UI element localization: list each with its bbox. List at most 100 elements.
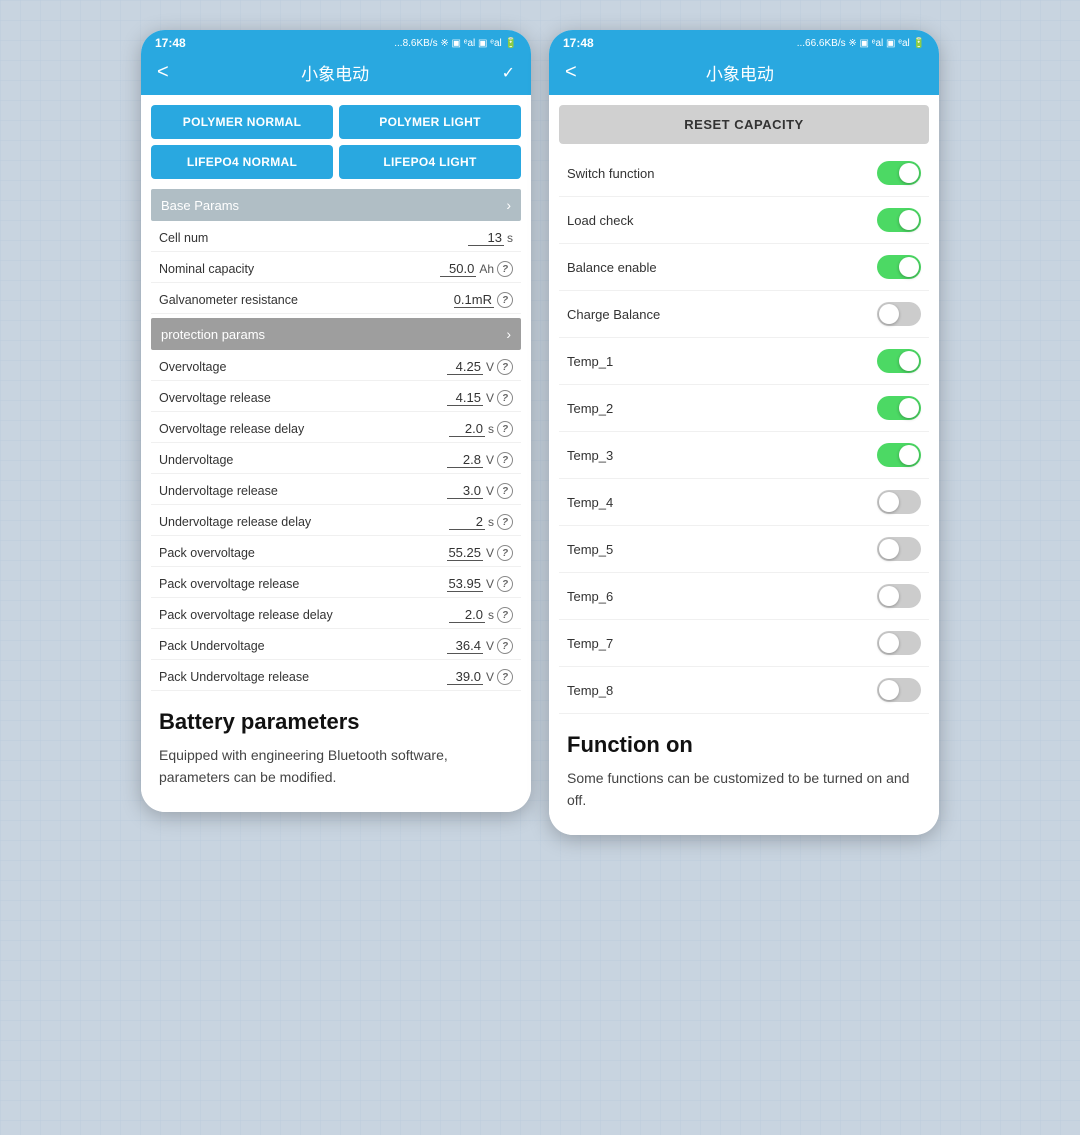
status-bar-right: 17:48 ...66.6KB/s ※ ▣ ᵉal ▣ ᵉal 🔋 — [549, 30, 939, 54]
undervoltage-val[interactable]: 2.8 — [447, 452, 483, 468]
checkmark-icon-left[interactable]: ✓ — [502, 63, 515, 83]
toggle-row-load-check: Load check — [559, 197, 929, 244]
pack-overvoltage-label: Pack overvoltage — [159, 546, 255, 560]
protection-params-chevron: › — [506, 326, 511, 342]
temp6-toggle[interactable] — [877, 584, 921, 608]
undervoltage-help[interactable]: ? — [497, 452, 513, 468]
toggle-row-charge-balance: Charge Balance — [559, 291, 929, 338]
galv-help[interactable]: ? — [497, 292, 513, 308]
galv-value: 0.1mR ? — [454, 292, 513, 308]
charge-balance-toggle[interactable] — [877, 302, 921, 326]
overvoltage-release-value: 4.15 V ? — [447, 390, 513, 406]
pack-undervoltage-release-help[interactable]: ? — [497, 669, 513, 685]
overvoltage-unit: V — [486, 360, 494, 374]
overvoltage-release-label: Overvoltage release — [159, 391, 271, 405]
temp2-toggle[interactable] — [877, 396, 921, 420]
temp8-toggle[interactable] — [877, 678, 921, 702]
overvoltage-value: 4.25 V ? — [447, 359, 513, 375]
phones-container: 17:48 ...8.6KB/s ※ ▣ ᵉal ▣ ᵉal 🔋 < 小象电动 … — [141, 30, 939, 835]
nominal-cap-label: Nominal capacity — [159, 262, 254, 276]
pack-overvoltage-value: 55.25 V ? — [447, 545, 513, 561]
galv-label: Galvanometer resistance — [159, 293, 298, 307]
temp6-label: Temp_6 — [567, 589, 613, 604]
overvoltage-delay-help[interactable]: ? — [497, 421, 513, 437]
param-row-cell-num: Cell num 13 s — [151, 221, 521, 252]
lifepo4-normal-button[interactable]: LIFEPO4 NORMAL — [151, 145, 333, 179]
polymer-normal-button[interactable]: POLYMER NORMAL — [151, 105, 333, 139]
pack-overvoltage-delay-value: 2.0 s ? — [449, 607, 513, 623]
balance-enable-label: Balance enable — [567, 260, 657, 275]
pack-undervoltage-val[interactable]: 36.4 — [447, 638, 483, 654]
overvoltage-help[interactable]: ? — [497, 359, 513, 375]
overvoltage-label: Overvoltage — [159, 360, 226, 374]
param-row-pack-overvoltage: Pack overvoltage 55.25 V ? — [151, 536, 521, 567]
nav-bar-right: < 小象电动 — [549, 54, 939, 95]
pack-overvoltage-release-value: 53.95 V ? — [447, 576, 513, 592]
temp4-label: Temp_4 — [567, 495, 613, 510]
pack-overvoltage-help[interactable]: ? — [497, 545, 513, 561]
temp5-toggle[interactable] — [877, 537, 921, 561]
temp1-label: Temp_1 — [567, 354, 613, 369]
pack-overvoltage-release-val[interactable]: 53.95 — [447, 576, 483, 592]
nominal-cap-help[interactable]: ? — [497, 261, 513, 277]
temp4-toggle[interactable] — [877, 490, 921, 514]
overvoltage-val[interactable]: 4.25 — [447, 359, 483, 375]
toggle-row-switch-function: Switch function — [559, 150, 929, 197]
param-row-undervoltage-delay: Undervoltage release delay 2 s ? — [151, 505, 521, 536]
temp3-label: Temp_3 — [567, 448, 613, 463]
balance-enable-toggle[interactable] — [877, 255, 921, 279]
pack-overvoltage-delay-unit: s — [488, 608, 494, 622]
time-left: 17:48 — [155, 36, 186, 50]
undervoltage-delay-help[interactable]: ? — [497, 514, 513, 530]
undervoltage-release-label: Undervoltage release — [159, 484, 278, 498]
overvoltage-release-val[interactable]: 4.15 — [447, 390, 483, 406]
pack-overvoltage-delay-val[interactable]: 2.0 — [449, 607, 485, 623]
base-params-header[interactable]: Base Params › — [151, 189, 521, 221]
protection-params-header[interactable]: protection params › — [151, 318, 521, 350]
charge-balance-label: Charge Balance — [567, 307, 660, 322]
cell-num-label: Cell num — [159, 231, 208, 245]
param-row-overvoltage: Overvoltage 4.25 V ? — [151, 350, 521, 381]
status-icons-right: ...66.6KB/s ※ ▣ ᵉal ▣ ᵉal 🔋 — [797, 38, 925, 49]
overvoltage-release-help[interactable]: ? — [497, 390, 513, 406]
pack-overvoltage-delay-help[interactable]: ? — [497, 607, 513, 623]
toggle-row-temp2: Temp_2 — [559, 385, 929, 432]
pack-overvoltage-val[interactable]: 55.25 — [447, 545, 483, 561]
temp7-toggle[interactable] — [877, 631, 921, 655]
nominal-cap-val[interactable]: 50.0 — [440, 261, 476, 277]
polymer-light-button[interactable]: POLYMER LIGHT — [339, 105, 521, 139]
back-button-right[interactable]: < — [565, 61, 577, 84]
cell-num-val[interactable]: 13 — [468, 230, 504, 246]
galv-val[interactable]: 0.1mR — [454, 292, 494, 308]
load-check-toggle[interactable] — [877, 208, 921, 232]
switch-function-toggle[interactable] — [877, 161, 921, 185]
overvoltage-delay-val[interactable]: 2.0 — [449, 421, 485, 437]
undervoltage-value: 2.8 V ? — [447, 452, 513, 468]
nav-title-right: 小象电动 — [706, 60, 774, 85]
undervoltage-release-help[interactable]: ? — [497, 483, 513, 499]
pack-undervoltage-label: Pack Undervoltage — [159, 639, 265, 653]
toggle-row-balance-enable: Balance enable — [559, 244, 929, 291]
pack-overvoltage-release-unit: V — [486, 577, 494, 591]
temp2-label: Temp_2 — [567, 401, 613, 416]
time-right: 17:48 — [563, 36, 594, 50]
cell-num-value: 13 s — [468, 230, 513, 246]
phone-body-right: RESET CAPACITY Switch function Load chec… — [549, 95, 939, 835]
undervoltage-release-val[interactable]: 3.0 — [447, 483, 483, 499]
pack-overvoltage-release-help[interactable]: ? — [497, 576, 513, 592]
param-row-undervoltage: Undervoltage 2.8 V ? — [151, 443, 521, 474]
toggle-row-temp6: Temp_6 — [559, 573, 929, 620]
pack-undervoltage-release-val[interactable]: 39.0 — [447, 669, 483, 685]
reset-capacity-button[interactable]: RESET CAPACITY — [559, 105, 929, 144]
undervoltage-delay-val[interactable]: 2 — [449, 514, 485, 530]
nominal-cap-unit: Ah — [479, 262, 494, 276]
undervoltage-release-value: 3.0 V ? — [447, 483, 513, 499]
temp1-toggle[interactable] — [877, 349, 921, 373]
temp3-toggle[interactable] — [877, 443, 921, 467]
protection-params-label: protection params — [161, 327, 265, 342]
pack-undervoltage-help[interactable]: ? — [497, 638, 513, 654]
overvoltage-release-unit: V — [486, 391, 494, 405]
lifepo4-light-button[interactable]: LIFEPO4 LIGHT — [339, 145, 521, 179]
back-button-left[interactable]: < — [157, 61, 169, 84]
toggle-row-temp8: Temp_8 — [559, 667, 929, 714]
